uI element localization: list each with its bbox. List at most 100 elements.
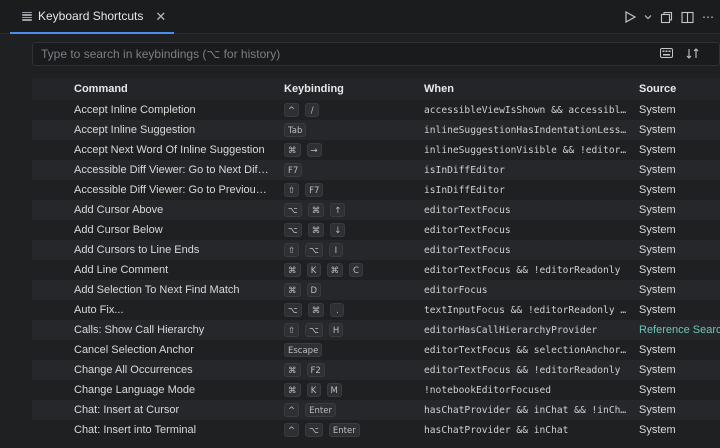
table-row[interactable]: Calls: Show Call Hierarchy ⇧ ⌥ HeditorHasCa…: [32, 320, 720, 340]
table-row[interactable]: Add Line Comment ⌘ K ⌘ CeditorTextFocus && !…: [32, 260, 720, 280]
key-cap: →: [306, 143, 322, 157]
command-cell: Change All Occurrences: [74, 364, 193, 376]
table-row[interactable]: Chat: Insert at Cursor ^ Enter hasChatProvi…: [32, 400, 720, 420]
source-link[interactable]: Reference Search: [639, 324, 720, 336]
when-cell: accessibleViewIsShown && accessibl…: [424, 104, 627, 116]
table-row[interactable]: Cancel Selection Anchor Escape editorTextF…: [32, 340, 720, 360]
key-cap: ⌘: [284, 143, 301, 157]
key-cap: ⌘: [284, 363, 301, 377]
source-cell: System: [639, 284, 676, 296]
command-cell: Add Cursor Above: [74, 204, 164, 216]
command-cell: Add Selection To Next Find Match: [74, 284, 240, 296]
source-cell: System: [639, 344, 676, 356]
tab-keyboard-shortcuts[interactable]: Keyboard Shortcuts ✕: [10, 0, 175, 34]
when-cell: editorTextFocus: [424, 204, 511, 216]
key-cap: ⌥: [284, 223, 302, 237]
tab-title: Keyboard Shortcuts: [38, 9, 144, 23]
key-cap: /: [305, 103, 320, 117]
command-cell: Change Language Mode: [74, 384, 196, 396]
key-cap: Tab: [284, 123, 307, 137]
key-cap: ⌘: [307, 303, 325, 317]
record-keys-icon[interactable]: [659, 46, 673, 60]
key-cap: ⌘: [284, 383, 301, 397]
table-row[interactable]: Add Cursor Below ⌥ ⌘ ↓ editorTextFocus System: [32, 220, 720, 240]
source-cell: System: [639, 264, 676, 276]
command-cell: Chat: Insert at Cursor: [74, 404, 180, 416]
source-cell: System: [639, 244, 676, 256]
key-cap: F2: [306, 363, 325, 377]
keybinding-cell: ⌘ K M: [284, 383, 414, 397]
source-cell: System: [639, 304, 676, 316]
column-header-source[interactable]: Source: [639, 83, 676, 95]
search-tools: [659, 46, 699, 60]
table-row[interactable]: Accessible Diff Viewer: Go to Previou… ⇧ F…: [32, 180, 720, 200]
column-header-command[interactable]: Command: [74, 83, 128, 95]
keybinding-cell: ⌥ ⌘ ↑: [284, 203, 414, 217]
table-row[interactable]: Accept Inline Completion ^ / accessibleView…: [32, 100, 720, 120]
open-keybindings-json-icon[interactable]: [660, 7, 673, 27]
key-cap: Enter: [305, 403, 336, 417]
keybinding-cell: ⌘ D: [284, 283, 414, 297]
table-row[interactable]: Change All Occurrences ⌘ F2 editorTextFocus…: [32, 360, 720, 380]
when-cell: !notebookEditorFocused: [424, 384, 552, 396]
run-menu-chevron-icon[interactable]: [644, 7, 652, 27]
more-actions-icon[interactable]: ⋯: [702, 7, 714, 27]
keybinding-cell: F7: [284, 163, 414, 177]
key-cap: .: [330, 303, 345, 317]
command-cell: Accept Inline Completion: [74, 104, 196, 116]
command-cell: Chat: Insert into Terminal: [74, 424, 197, 436]
when-cell: hasChatProvider && inChat: [424, 424, 569, 436]
table-row[interactable]: Chat: Insert into Terminal ^ ⌥ Enter hasChat…: [32, 420, 720, 440]
when-cell: editorHasCallHierarchyProvider: [424, 324, 598, 336]
sort-by-precedence-icon[interactable]: [685, 46, 699, 60]
keybinding-cell: ⇧ F7: [284, 183, 414, 197]
editor-actions: ⋯: [624, 0, 714, 34]
keybinding-cell: ⌥ ⌘.: [284, 303, 414, 317]
keybinding-cell: ⌘ K ⌘ C: [284, 263, 414, 277]
keybindings-search-box: [32, 42, 720, 66]
source-cell: System: [639, 224, 676, 236]
table-row[interactable]: Accept Next Word Of Inline Suggestion ⌘ → i…: [32, 140, 720, 160]
source-cell: System: [639, 364, 676, 376]
key-cap: F7: [305, 183, 324, 197]
key-cap: ⌘: [307, 223, 325, 237]
run-icon[interactable]: [624, 7, 636, 27]
column-header-keybinding[interactable]: Keybinding: [284, 83, 344, 95]
table-row[interactable]: Add Cursor Above ⌥ ⌘ ↑ editorTextFocus System: [32, 200, 720, 220]
when-cell: inlineSuggestionHasIndentationLess…: [424, 124, 627, 136]
table-row[interactable]: Accessible Diff Viewer: Go to Next Dif… F…: [32, 160, 720, 180]
table-row[interactable]: Add Cursors to Line Ends ⇧ ⌥ IeditorTextFoc…: [32, 240, 720, 260]
keyboard-shortcuts-file-icon: [22, 11, 32, 22]
key-cap: ⌥: [305, 243, 323, 257]
keybinding-cell: Tab: [284, 123, 414, 137]
key-cap: M: [326, 383, 342, 397]
key-cap: ⌥: [284, 303, 302, 317]
when-cell: editorTextFocus && selectionAnchor…: [424, 344, 627, 356]
keybinding-cell: ⌘ F2: [284, 363, 414, 377]
table-row[interactable]: Auto Fix... ⌥ ⌘. textInputFocus && !editorR…: [32, 300, 720, 320]
key-cap: ⌘: [307, 203, 325, 217]
table-row[interactable]: Add Selection To Next Find Match ⌘ D editor…: [32, 280, 720, 300]
key-cap: ↑: [330, 203, 346, 217]
command-cell: Accessible Diff Viewer: Go to Next Dif…: [74, 164, 269, 176]
key-cap: C: [349, 263, 363, 277]
table-body: Accept Inline Completion ^ / accessibleView…: [32, 100, 720, 440]
keybinding-cell: ⇧ ⌥ I: [284, 243, 414, 257]
close-icon[interactable]: ✕: [155, 10, 166, 23]
source-cell: System: [639, 144, 676, 156]
key-cap: ⌥: [305, 323, 323, 337]
split-editor-icon[interactable]: [681, 7, 694, 27]
column-header-when[interactable]: When: [424, 83, 454, 95]
when-cell: editorTextFocus: [424, 224, 511, 236]
key-cap: ^: [284, 103, 300, 117]
source-cell: System: [639, 184, 676, 196]
command-cell: Accept Next Word Of Inline Suggestion: [74, 144, 265, 156]
key-cap: H: [328, 323, 344, 337]
when-cell: editorFocus: [424, 284, 488, 296]
table-row[interactable]: Accept Inline Suggestion Tab inlineSuggest…: [32, 120, 720, 140]
when-cell: hasChatProvider && inChat && !inCh…: [424, 404, 627, 416]
search-input[interactable]: [33, 43, 633, 65]
key-cap: D: [306, 283, 322, 297]
key-cap: ↓: [330, 223, 346, 237]
table-row[interactable]: Change Language Mode ⌘ K M !notebookEditorFo…: [32, 380, 720, 400]
